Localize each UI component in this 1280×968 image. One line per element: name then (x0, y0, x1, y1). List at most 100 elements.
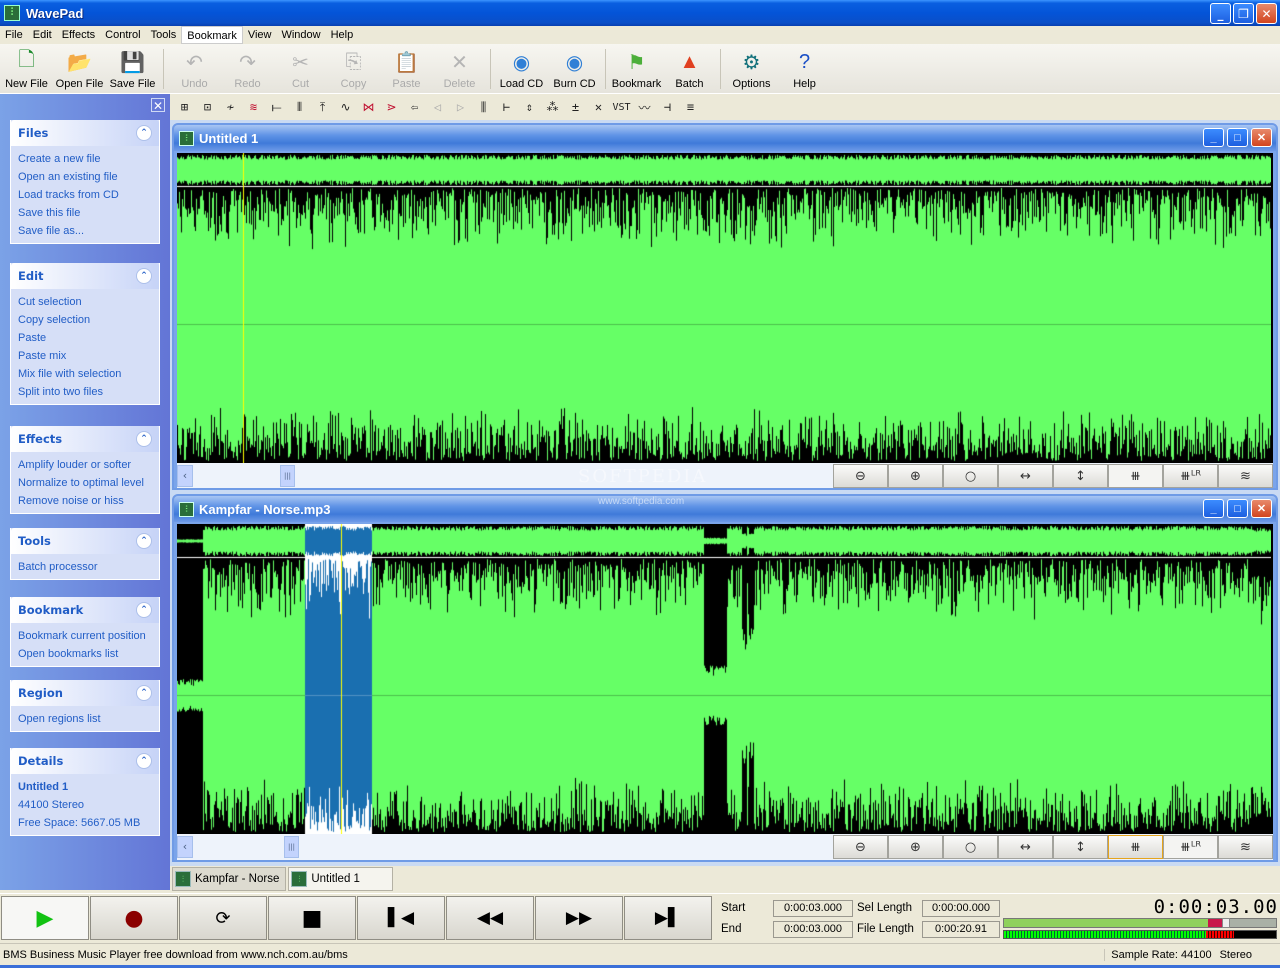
help-button[interactable]: ? Help (778, 45, 831, 93)
zoom-full-button[interactable]: ○ (943, 464, 998, 488)
amplitude-view-button[interactable]: ⧻ (1108, 464, 1163, 488)
reverse-region-icon[interactable]: ⋈ (358, 97, 379, 118)
panel-header[interactable]: Details ⌃ (11, 748, 159, 774)
collapse-chevron-icon[interactable]: ⌃ (136, 602, 152, 618)
zoom-out-button[interactable]: ⊖ (833, 464, 888, 488)
menu-view[interactable]: View (243, 26, 277, 44)
task-link[interactable]: Open regions list (11, 710, 159, 728)
zoom-out-button[interactable]: ⊖ (833, 835, 888, 859)
left-right-view-button[interactable]: ⧻ᴸᴿ (1163, 464, 1218, 488)
batch-button[interactable]: ▲ Batch (663, 45, 716, 93)
insert-silence-icon[interactable]: ⊢ (496, 97, 517, 118)
doc-minimize-button[interactable]: _ (1203, 499, 1224, 518)
zoom-full-button[interactable]: ○ (943, 835, 998, 859)
panel-header[interactable]: Files ⌃ (11, 120, 159, 146)
scroll-left-button[interactable]: ‹ (177, 836, 193, 858)
task-link[interactable]: Paste (11, 329, 159, 347)
menu-tools[interactable]: Tools (146, 26, 182, 44)
noise-gate-icon[interactable]: ⁂ (542, 97, 563, 118)
tab-untitled[interactable]: ⫶ Untitled 1 (288, 867, 394, 891)
load-cd-button[interactable]: ◉ Load CD (495, 45, 548, 93)
stop-button[interactable]: ■ (268, 896, 356, 940)
tab-kampfar[interactable]: ⫶ Kampfar - Norse (172, 867, 287, 891)
task-link[interactable]: Cut selection (11, 293, 159, 311)
task-link[interactable]: Open bookmarks list (11, 645, 159, 663)
task-link[interactable]: Amplify louder or softer (11, 456, 159, 474)
panel-header[interactable]: Bookmark ⌃ (11, 597, 159, 623)
task-link[interactable]: Remove noise or hiss (11, 492, 159, 510)
split-channels-button[interactable]: ≋ (1218, 464, 1273, 488)
fast-forward-button[interactable]: ▶▶ (535, 896, 623, 940)
normalize-icon[interactable]: ⊞ (174, 97, 195, 118)
bookmark-button[interactable]: ⚑ Bookmark (610, 45, 663, 93)
waveform-view[interactable] (177, 153, 1273, 463)
invert-icon[interactable]: ± (565, 97, 586, 118)
task-link[interactable]: Normalize to optimal level (11, 474, 159, 492)
collapse-chevron-icon[interactable]: ⌃ (136, 431, 152, 447)
echo-icon[interactable]: ≋ (243, 97, 264, 118)
rewind-button[interactable]: ◀◀ (446, 896, 534, 940)
paste-button[interactable]: 📋 Paste (380, 45, 433, 93)
new-file-button[interactable]: 🗋 New File (0, 45, 53, 93)
redo-button[interactable]: ↷ Redo (221, 45, 274, 93)
zoom-horizontal-button[interactable]: ↔ (998, 464, 1053, 488)
scroll-left-button[interactable]: ‹ (177, 465, 193, 487)
doc-close-button[interactable]: ✕ (1251, 499, 1272, 518)
task-link[interactable]: Save file as... (11, 222, 159, 240)
distortion-icon[interactable]: 〰 (634, 97, 655, 118)
loop-button[interactable]: ⟳ (179, 896, 267, 940)
panel-header[interactable]: Tools ⌃ (11, 528, 159, 554)
task-link[interactable]: Load tracks from CD (11, 186, 159, 204)
waveform-canvas[interactable] (177, 153, 1271, 463)
amplitude-view-button[interactable]: ⧻ (1108, 835, 1163, 859)
start-field[interactable]: 0:00:03.000 (773, 900, 853, 917)
options-button[interactable]: ⚙ Options (725, 45, 778, 93)
zoom-in-button[interactable]: ⊕ (888, 464, 943, 488)
task-link[interactable]: Save this file (11, 204, 159, 222)
doc-minimize-button[interactable]: _ (1203, 128, 1224, 147)
left-right-view-button[interactable]: ⧻ᴸᴿ (1163, 835, 1218, 859)
go-end-button[interactable]: ▶▌ (624, 896, 712, 940)
scroll-thumb[interactable]: ||| (280, 465, 295, 487)
restore-button[interactable]: ❐ (1233, 3, 1254, 24)
panel-header[interactable]: Edit ⌃ (11, 263, 159, 289)
task-link[interactable]: Copy selection (11, 311, 159, 329)
stretch-icon[interactable]: ⇕ (519, 97, 540, 118)
waveform-view[interactable] (177, 524, 1273, 834)
task-link[interactable]: Create a new file (11, 150, 159, 168)
collapse-chevron-icon[interactable]: ⌃ (136, 685, 152, 701)
clear-icon[interactable]: ✕ (588, 97, 609, 118)
scroll-thumb[interactable]: ||| (284, 836, 299, 858)
copy-button[interactable]: ⎘ Copy (327, 45, 380, 93)
waveform-canvas[interactable] (177, 524, 1271, 834)
tremolo-icon[interactable]: ⫴ (289, 97, 310, 118)
menu-effects[interactable]: Effects (57, 26, 100, 44)
zoom-vertical-button[interactable]: ↕ (1053, 835, 1108, 859)
minimize-button[interactable]: _ (1210, 3, 1231, 24)
equalizer-icon[interactable]: ⫼ (473, 97, 494, 118)
record-button[interactable]: ● (90, 896, 178, 940)
panel-header[interactable]: Effects ⌃ (11, 426, 159, 452)
volume-slider[interactable] (1003, 918, 1277, 928)
collapse-chevron-icon[interactable]: ⌃ (136, 533, 152, 549)
speed-icon[interactable]: ⊣ (657, 97, 678, 118)
volume-thumb[interactable] (1221, 918, 1230, 928)
silence-icon[interactable]: ⟝ (266, 97, 287, 118)
close-sidebar-icon[interactable]: ✕ (151, 98, 165, 113)
menu-control[interactable]: Control (100, 26, 145, 44)
task-link[interactable]: Mix file with selection (11, 365, 159, 383)
close-button[interactable]: ✕ (1256, 3, 1277, 24)
back-arrow-icon[interactable]: ⇦ (404, 97, 425, 118)
end-field[interactable]: 0:00:03.000 (773, 921, 853, 938)
doc-close-button[interactable]: ✕ (1251, 128, 1272, 147)
cut-button[interactable]: ✂ Cut (274, 45, 327, 93)
split-channels-button[interactable]: ≋ (1218, 835, 1273, 859)
horizontal-scrollbar[interactable]: ‹ ||| › ⊖⊕○↔↕⧻⧻ᴸᴿ≋ (177, 834, 1273, 860)
task-link[interactable]: Bookmark current position (11, 627, 159, 645)
doc-maximize-button[interactable]: □ (1227, 499, 1248, 518)
amplify-icon[interactable]: ≁ (220, 97, 241, 118)
reduce-noise-icon[interactable]: ⊡ (197, 97, 218, 118)
fade-in-cut-icon[interactable]: ⋗ (381, 97, 402, 118)
delete-button[interactable]: ✕ Delete (433, 45, 486, 93)
task-link[interactable]: Split into two files (11, 383, 159, 401)
